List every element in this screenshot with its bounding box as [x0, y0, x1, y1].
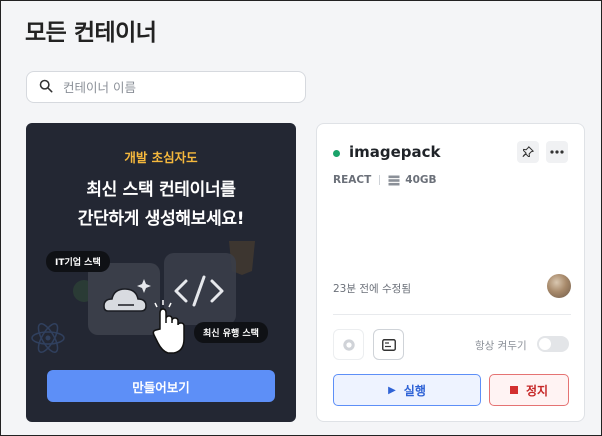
search-input[interactable]	[63, 79, 283, 95]
code-tile	[164, 253, 236, 325]
avatar[interactable]	[547, 274, 571, 298]
run-button[interactable]: ▶ 실행	[333, 374, 481, 406]
popular-stack-bubble: 최신 유행 스택	[194, 322, 268, 343]
container-name: imagepack	[349, 143, 441, 161]
search-icon	[39, 78, 53, 97]
disk-size: 40GB	[405, 174, 437, 186]
stop-label: 정지	[525, 383, 549, 398]
page-title: 모든 컨테이너	[25, 20, 157, 46]
pin-icon	[522, 146, 534, 157]
status-dot	[333, 150, 340, 157]
stop-button[interactable]: 정지	[489, 374, 569, 406]
stack-bubble: IT기업 스택	[46, 251, 110, 272]
stop-icon	[509, 386, 518, 394]
more-icon	[550, 150, 564, 154]
container-card[interactable]: imagepack REACT 40GB 23분 전에 수정됨 항상 켜두기 ▶…	[316, 123, 585, 422]
search-box[interactable]	[26, 71, 306, 103]
more-button[interactable]	[546, 141, 568, 163]
promo-card: 개발 초심자도 최신 스택 컨테이너를 간단하게 생성해보세요! IT기업 스택…	[26, 123, 296, 422]
promo-headline-line1: 최신 스택 컨테이너를	[86, 180, 236, 200]
terminal-icon	[381, 338, 396, 351]
card-divider	[333, 314, 571, 315]
container-meta: REACT 40GB	[333, 174, 437, 186]
create-button[interactable]: 만들어보기	[47, 370, 275, 402]
promo-eyebrow: 개발 초심자도	[124, 150, 198, 165]
always-on-label: 항상 켜두기	[475, 340, 527, 352]
pin-button[interactable]	[517, 141, 539, 163]
react-logo-icon	[31, 323, 65, 353]
always-on-toggle[interactable]	[537, 336, 569, 352]
vscode-button[interactable]	[333, 329, 364, 360]
meta-divider	[379, 175, 381, 185]
edited-time: 23분 전에 수정됨	[333, 283, 411, 295]
vscode-icon	[342, 338, 355, 351]
promo-headline-line2: 간단하게 생성해보세요!	[77, 209, 245, 229]
cloud-tile	[88, 263, 160, 335]
terminal-button[interactable]	[373, 329, 404, 360]
play-icon: ▶	[388, 384, 396, 396]
run-label: 실행	[403, 383, 426, 398]
disk-icon	[388, 175, 400, 185]
stack-label: REACT	[333, 174, 372, 186]
